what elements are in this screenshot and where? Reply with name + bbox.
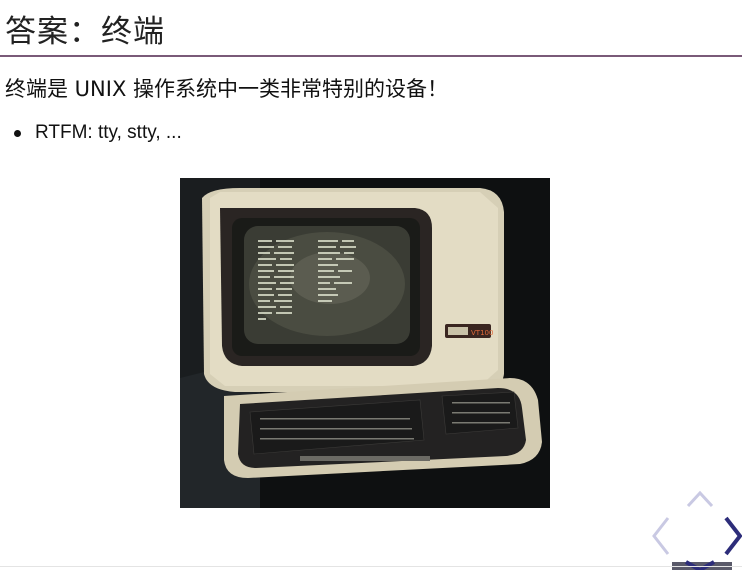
bullet-item: RTFM: tty, stty, ... xyxy=(14,118,182,148)
terminal-illustration: VT100 xyxy=(180,178,550,508)
vt100-terminal-photo: VT100 xyxy=(180,178,550,508)
bullet-marker xyxy=(14,129,21,137)
title-divider xyxy=(0,55,742,57)
slide-title: 答案：终端 xyxy=(5,14,165,50)
intro-text: 终端是 UNIX 操作系统中一类非常特别的设备！ xyxy=(5,77,449,101)
model-badge: VT100 xyxy=(471,329,493,337)
chevron-up-icon[interactable] xyxy=(686,490,714,508)
nav-controls xyxy=(652,490,742,570)
chevron-left-icon[interactable] xyxy=(652,517,670,555)
slide-navigation xyxy=(648,482,742,570)
chevron-right-icon[interactable] xyxy=(724,516,742,556)
footer-divider xyxy=(0,566,742,567)
bullet-text: RTFM: tty, stty, ... xyxy=(35,122,182,143)
